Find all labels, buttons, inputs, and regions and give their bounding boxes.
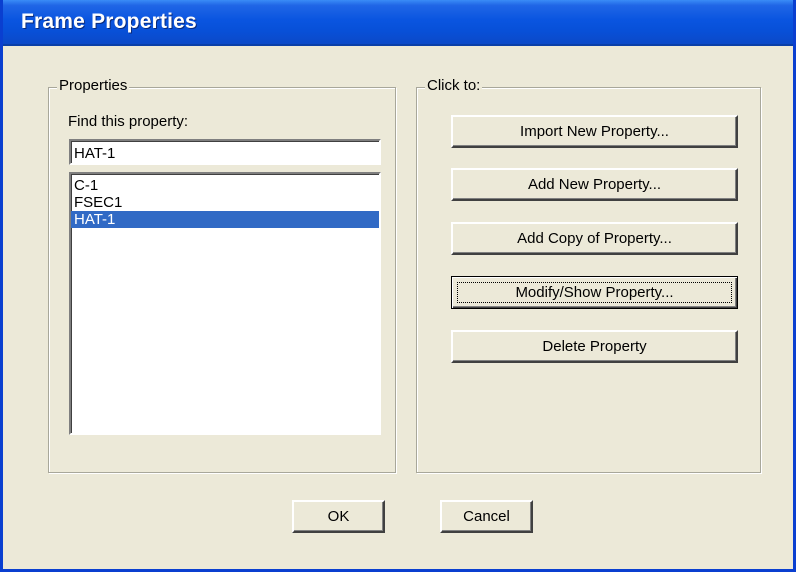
window-title: Frame Properties [21,10,197,33]
properties-groupbox: Properties Find this property: C-1 FSEC1… [48,77,396,473]
cancel-button[interactable]: Cancel [440,500,533,533]
add-new-property-button[interactable]: Add New Property... [451,168,738,201]
focus-rectangle [457,282,732,303]
click-to-legend: Click to: [425,77,483,94]
title-bar[interactable]: Frame Properties [3,0,793,46]
list-item[interactable]: C-1 [71,177,379,194]
find-property-label: Find this property: [68,113,189,130]
modify-show-property-button[interactable]: Modify/Show Property... [451,276,738,309]
list-item[interactable]: FSEC1 [71,194,379,211]
property-list[interactable]: C-1 FSEC1 HAT-1 [69,172,381,435]
ok-button[interactable]: OK [292,500,385,533]
properties-legend: Properties [57,77,130,94]
add-copy-of-property-button[interactable]: Add Copy of Property... [451,222,738,255]
import-new-property-button[interactable]: Import New Property... [451,115,738,148]
find-property-input[interactable] [69,139,381,165]
list-item-selected[interactable]: HAT-1 [71,211,379,228]
frame-properties-dialog: Frame Properties Properties Find this pr… [0,0,796,572]
delete-property-button[interactable]: Delete Property [451,330,738,363]
click-to-groupbox: Click to: Import New Property... Add New… [416,77,761,473]
